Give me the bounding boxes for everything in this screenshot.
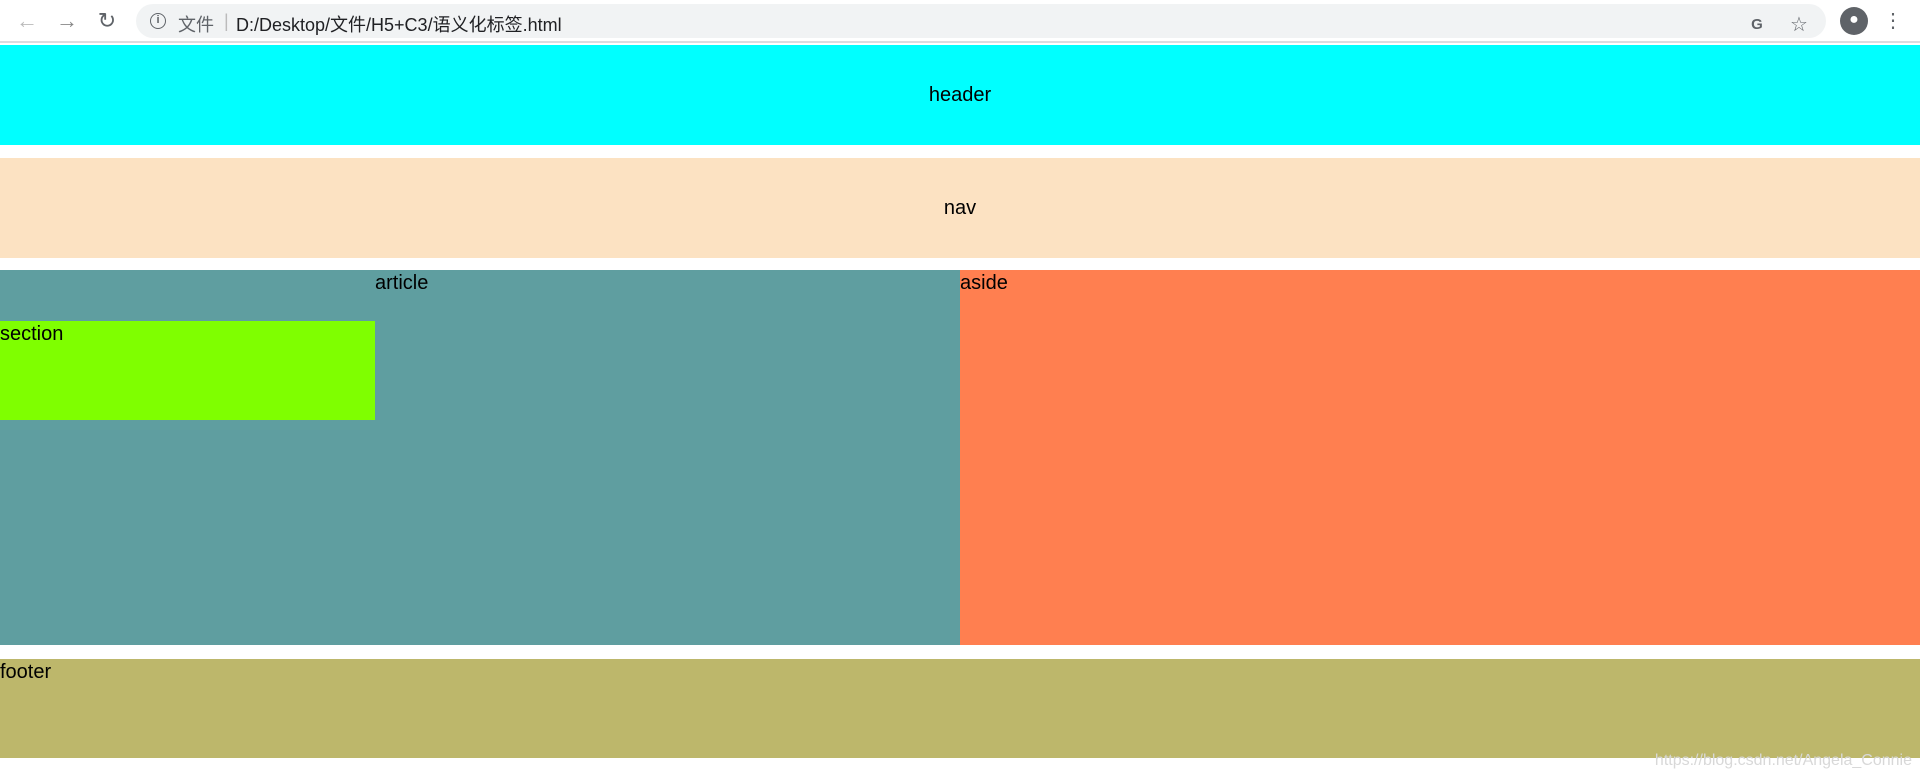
- footer-text: footer: [0, 661, 52, 683]
- info-icon[interactable]: i: [150, 13, 166, 29]
- nav-text: nav: [943, 197, 977, 219]
- nav: nav: [0, 158, 1920, 258]
- header-text: header: [928, 84, 992, 106]
- article: article section: [0, 270, 960, 645]
- address-bar[interactable]: i 文件 | D:/Desktop/文件/H5+C3/语义化标签.html G …: [136, 4, 1826, 38]
- translate-icon[interactable]: G: [1744, 12, 1770, 38]
- aside: aside: [960, 270, 1920, 645]
- aside-text: aside: [960, 272, 1008, 294]
- menu-icon[interactable]: ⋮: [1880, 8, 1906, 34]
- separator: |: [224, 11, 229, 31]
- reload-icon[interactable]: ↻: [94, 8, 120, 34]
- back-icon[interactable]: ←: [14, 8, 40, 34]
- url-text[interactable]: D:/Desktop/文件/H5+C3/语义化标签.html: [236, 11, 562, 37]
- section-text: section: [0, 323, 64, 345]
- forward-icon[interactable]: →: [54, 8, 80, 34]
- footer: footer: [0, 659, 1920, 758]
- watermark: https://blog.csdn.net/Angela_Connie: [1654, 752, 1912, 769]
- section: section: [0, 321, 375, 420]
- article-text: article: [375, 272, 429, 294]
- browser-toolbar: ← → ↻ i 文件 | D:/Desktop/文件/H5+C3/语义化标签.h…: [0, 0, 1920, 43]
- header: header: [0, 45, 1920, 145]
- profile-icon[interactable]: ●: [1840, 7, 1868, 35]
- star-icon[interactable]: ☆: [1786, 12, 1812, 38]
- scheme-label: 文件: [178, 15, 214, 35]
